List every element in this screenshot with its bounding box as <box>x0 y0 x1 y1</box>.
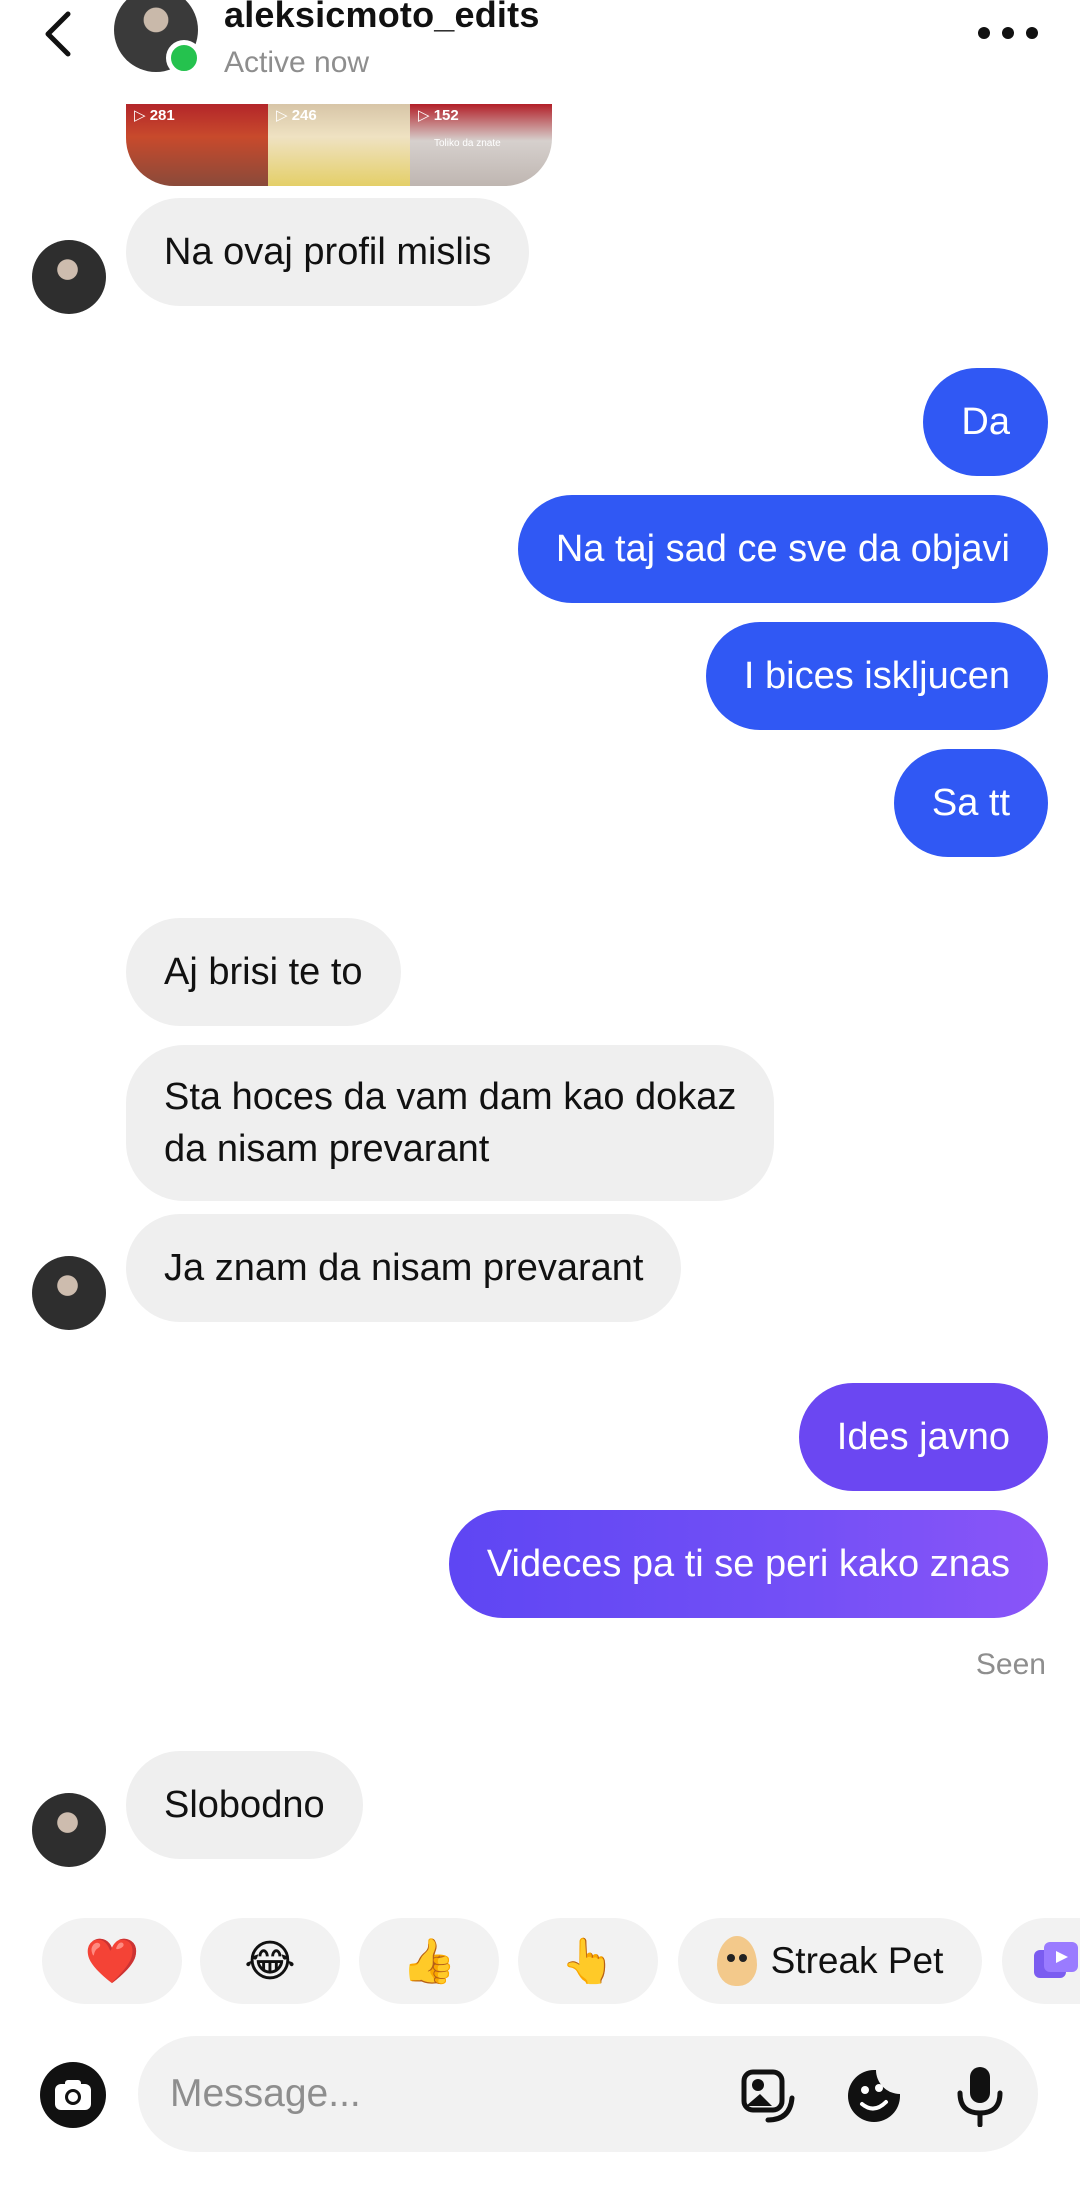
sender-avatar[interactable] <box>32 1793 106 1867</box>
chat-header: aleksicmoto_edits Active now <box>0 0 1080 100</box>
online-indicator <box>166 40 202 76</box>
shared-post-preview[interactable]: ▷ 281 ▷ 246 ▷ 152 Toliko da znate <box>126 104 552 186</box>
received-message[interactable]: Ja znam da nisam prevarant <box>126 1214 682 1322</box>
thumbs-up-reaction-button[interactable]: 👍 <box>359 1918 499 2004</box>
microphone-icon <box>957 2067 1003 2127</box>
sent-message[interactable]: Na taj sad ce sve da objavi <box>517 495 1048 603</box>
activity-status: Active now <box>224 46 370 79</box>
sticker-button[interactable] <box>840 2062 908 2130</box>
egg-icon <box>716 1936 757 1986</box>
more-options-button[interactable] <box>978 18 1038 48</box>
sent-message[interactable]: Da <box>923 368 1048 476</box>
sender-avatar[interactable] <box>32 240 106 314</box>
sent-message[interactable]: Sa tt <box>893 749 1048 857</box>
streak-pet-label: Streak Pet <box>770 1940 944 1981</box>
received-message[interactable]: Aj brisi te to <box>126 918 401 1026</box>
pointing-up-reaction-button[interactable]: 👆 <box>518 1918 658 2004</box>
post-thumbnail: ▷ 246 <box>268 104 410 186</box>
quick-reactions-bar: ❤️ 😂 👍 👆 Streak Pet <box>0 1918 1080 2008</box>
post-caption: Toliko da znate <box>434 138 501 149</box>
sticker-icon <box>848 2070 900 2122</box>
camera-button[interactable] <box>40 2062 106 2128</box>
post-thumbnail: ▷ 281 <box>126 104 268 186</box>
received-message[interactable]: Slobodno <box>126 1751 363 1859</box>
sent-message[interactable]: Ides javno <box>798 1383 1048 1491</box>
sent-message[interactable]: Videces pa ti se peri kako znas <box>448 1510 1048 1618</box>
play-count: ▷ 281 <box>134 107 175 124</box>
received-message[interactable]: Na ovaj profil mislis <box>126 198 530 306</box>
voice-message-button[interactable] <box>946 2062 1014 2130</box>
laughing-emoji-icon: 😂 <box>244 1936 296 1986</box>
sticker-photo-icon <box>741 2069 795 2123</box>
message-placeholder: Message... <box>170 2072 361 2115</box>
laugh-reaction-button[interactable]: 😂 <box>200 1918 340 2004</box>
sender-avatar[interactable] <box>32 1256 106 1330</box>
chat-username[interactable]: aleksicmoto_edits <box>224 0 540 36</box>
message-line: Sta hoces da vam dam kao dokaz <box>164 1076 737 1118</box>
sent-message[interactable]: I bices iskljucen <box>705 622 1048 730</box>
chevron-left-icon <box>45 11 71 57</box>
more-horizontal-icon <box>978 27 990 39</box>
pointing-up-icon: 👆 <box>560 1937 616 1986</box>
back-button[interactable] <box>38 6 78 62</box>
heart-icon: ❤️ <box>84 1937 140 1986</box>
heart-reaction-button[interactable]: ❤️ <box>42 1918 182 2004</box>
streak-pet-button[interactable]: Streak Pet <box>678 1918 982 2004</box>
camera-icon <box>55 2080 91 2110</box>
header-avatar[interactable] <box>114 0 202 76</box>
received-message[interactable]: Sta hoces da vam dam kao dokaz da nisam … <box>126 1045 775 1201</box>
gallery-sticker-button[interactable] <box>734 2062 802 2130</box>
play-count: ▷ 152 <box>418 107 459 124</box>
video-icon <box>1034 1942 1078 1978</box>
message-line: da nisam prevarant <box>164 1128 490 1170</box>
thumbs-up-icon: 👍 <box>401 1937 457 1986</box>
post-thumbnail: ▷ 152 Toliko da znate <box>410 104 552 186</box>
more-reactions-button[interactable] <box>1002 1918 1080 2004</box>
play-count: ▷ 246 <box>276 107 317 124</box>
seen-receipt: Seen <box>975 1648 1046 1681</box>
